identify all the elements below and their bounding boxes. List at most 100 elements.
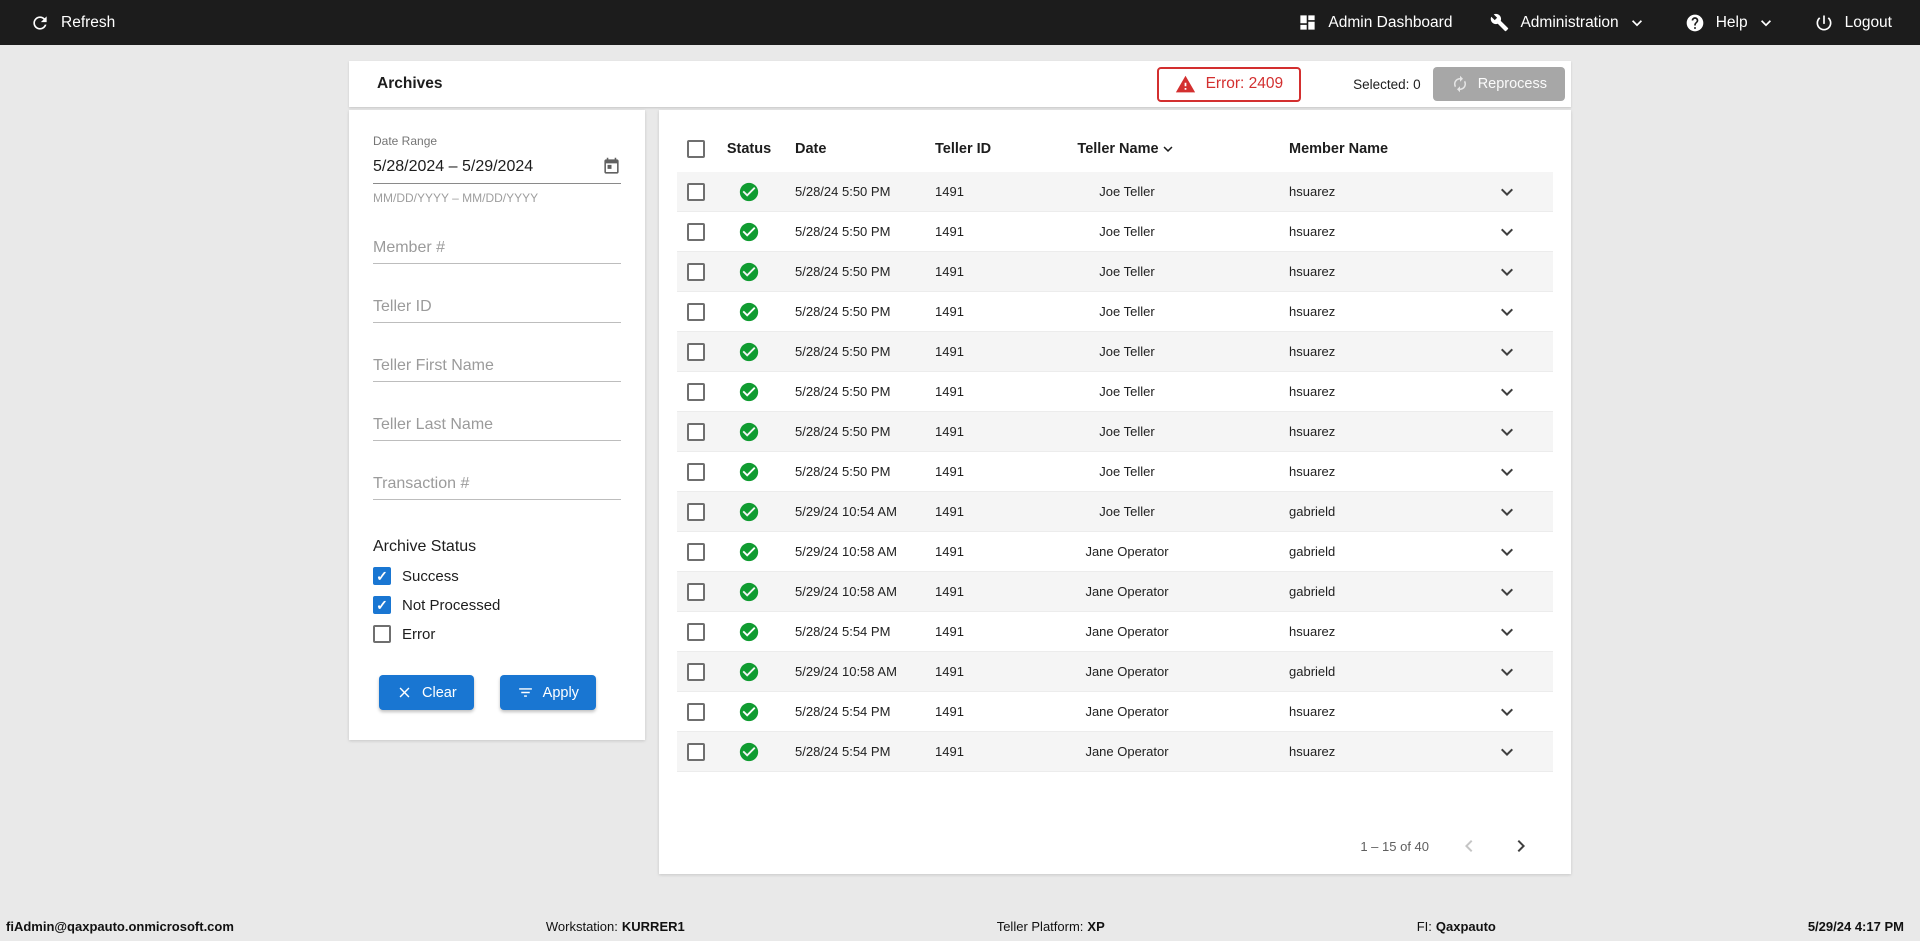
table-row[interactable]: 5/28/24 5:50 PM 1491 Joe Teller hsuarez [677, 412, 1553, 452]
calendar-icon[interactable] [602, 157, 621, 176]
error-checkbox[interactable] [373, 625, 391, 643]
table-row[interactable]: 5/28/24 5:50 PM 1491 Joe Teller hsuarez [677, 292, 1553, 332]
teller-platform-info: Teller Platform:XP [997, 919, 1105, 934]
expand-row-chevron-icon[interactable] [1495, 260, 1519, 284]
logout-button[interactable]: Logout [1814, 13, 1892, 33]
status-option-error[interactable]: Error [373, 625, 621, 643]
reprocess-button[interactable]: Reprocess [1433, 67, 1565, 101]
teller-id-input[interactable] [373, 292, 621, 323]
expand-row-chevron-icon[interactable] [1495, 660, 1519, 684]
expand-row-chevron-icon[interactable] [1495, 540, 1519, 564]
success-status-icon [738, 581, 760, 603]
expand-row-chevron-icon[interactable] [1495, 500, 1519, 524]
expand-row-chevron-icon[interactable] [1495, 460, 1519, 484]
table-row[interactable]: 5/28/24 5:50 PM 1491 Joe Teller hsuarez [677, 372, 1553, 412]
table-row[interactable]: 5/28/24 5:50 PM 1491 Joe Teller hsuarez [677, 332, 1553, 372]
member-number-input[interactable] [373, 233, 621, 264]
success-status-icon [738, 741, 760, 763]
table-row[interactable]: 5/29/24 10:58 AM 1491 Jane Operator gabr… [677, 532, 1553, 572]
not-processed-checkbox[interactable] [373, 596, 391, 614]
row-checkbox[interactable] [687, 743, 705, 761]
teller-last-name-input[interactable] [373, 410, 621, 441]
row-checkbox[interactable] [687, 543, 705, 561]
archives-table-panel: Status Date Teller ID Teller Name Member… [659, 110, 1571, 874]
expand-row-chevron-icon[interactable] [1495, 420, 1519, 444]
table-row[interactable]: 5/29/24 10:54 AM 1491 Joe Teller gabriel… [677, 492, 1553, 532]
sort-descending-icon [1159, 140, 1177, 158]
table-row[interactable]: 5/28/24 5:54 PM 1491 Jane Operator hsuar… [677, 612, 1553, 652]
refresh-icon [30, 13, 50, 33]
row-checkbox[interactable] [687, 623, 705, 641]
admin-dashboard-button[interactable]: Admin Dashboard [1298, 13, 1452, 32]
column-header-teller-name[interactable]: Teller Name [1029, 140, 1225, 158]
row-checkbox[interactable] [687, 343, 705, 361]
column-header-teller-id[interactable]: Teller ID [929, 141, 1029, 157]
row-checkbox[interactable] [687, 383, 705, 401]
row-checkbox[interactable] [687, 503, 705, 521]
success-status-icon [738, 541, 760, 563]
table-row[interactable]: 5/28/24 5:54 PM 1491 Jane Operator hsuar… [677, 692, 1553, 732]
row-checkbox[interactable] [687, 463, 705, 481]
expand-row-chevron-icon[interactable] [1495, 180, 1519, 204]
status-option-not-processed[interactable]: Not Processed [373, 596, 621, 614]
expand-row-chevron-icon[interactable] [1495, 740, 1519, 764]
apply-button[interactable]: Apply [500, 675, 596, 710]
transaction-number-input[interactable] [373, 469, 621, 500]
row-date: 5/28/24 5:50 PM [777, 424, 929, 439]
row-teller-name: Joe Teller [1029, 264, 1225, 279]
row-checkbox[interactable] [687, 223, 705, 241]
table-row[interactable]: 5/28/24 5:50 PM 1491 Joe Teller hsuarez [677, 452, 1553, 492]
row-checkbox[interactable] [687, 583, 705, 601]
success-checkbox[interactable] [373, 567, 391, 585]
table-row[interactable]: 5/28/24 5:50 PM 1491 Joe Teller hsuarez [677, 252, 1553, 292]
row-member-name: hsuarez [1225, 464, 1455, 479]
help-menu[interactable]: Help [1685, 13, 1776, 33]
reprocess-icon [1451, 75, 1469, 93]
error-badge[interactable]: Error: 2409 [1157, 67, 1302, 102]
row-checkbox[interactable] [687, 263, 705, 281]
administration-menu[interactable]: Administration [1490, 13, 1646, 33]
row-teller-id: 1491 [929, 344, 1029, 359]
row-date: 5/29/24 10:58 AM [777, 664, 929, 679]
previous-page-button[interactable] [1457, 834, 1481, 858]
expand-row-chevron-icon[interactable] [1495, 620, 1519, 644]
row-teller-name: Joe Teller [1029, 424, 1225, 439]
table-row[interactable]: 5/28/24 5:50 PM 1491 Joe Teller hsuarez [677, 212, 1553, 252]
next-page-button[interactable] [1509, 834, 1533, 858]
row-checkbox[interactable] [687, 423, 705, 441]
table-row[interactable]: 5/28/24 5:50 PM 1491 Joe Teller hsuarez [677, 172, 1553, 212]
row-teller-name: Joe Teller [1029, 184, 1225, 199]
success-status-icon [738, 341, 760, 363]
expand-row-chevron-icon[interactable] [1495, 580, 1519, 604]
row-date: 5/28/24 5:50 PM [777, 464, 929, 479]
teller-first-name-input[interactable] [373, 351, 621, 382]
row-checkbox[interactable] [687, 663, 705, 681]
expand-row-chevron-icon[interactable] [1495, 220, 1519, 244]
row-teller-id: 1491 [929, 464, 1029, 479]
row-checkbox[interactable] [687, 183, 705, 201]
row-member-name: hsuarez [1225, 224, 1455, 239]
column-header-status[interactable]: Status [721, 141, 777, 157]
row-checkbox[interactable] [687, 303, 705, 321]
column-header-member-name[interactable]: Member Name [1225, 141, 1455, 157]
status-option-success[interactable]: Success [373, 567, 621, 585]
table-row[interactable]: 5/29/24 10:58 AM 1491 Jane Operator gabr… [677, 572, 1553, 612]
column-header-date[interactable]: Date [777, 141, 929, 157]
expand-row-chevron-icon[interactable] [1495, 300, 1519, 324]
date-range-value[interactable]: 5/28/2024 – 5/29/2024 [373, 158, 533, 176]
table-row[interactable]: 5/28/24 5:54 PM 1491 Jane Operator hsuar… [677, 732, 1553, 772]
error-badge-label: Error: 2409 [1206, 75, 1284, 93]
date-range-field[interactable]: Date Range 5/28/2024 – 5/29/2024 MM/DD/Y… [373, 134, 621, 205]
page-title: Archives [377, 75, 442, 93]
expand-row-chevron-icon[interactable] [1495, 340, 1519, 364]
top-bar-menu: Admin Dashboard Administration Help L [1298, 13, 1892, 33]
select-all-checkbox[interactable] [687, 140, 705, 158]
expand-row-chevron-icon[interactable] [1495, 700, 1519, 724]
success-status-icon [738, 301, 760, 323]
row-checkbox[interactable] [687, 703, 705, 721]
refresh-button[interactable]: Refresh [30, 13, 115, 33]
clear-button[interactable]: Clear [379, 675, 474, 710]
expand-row-chevron-icon[interactable] [1495, 380, 1519, 404]
administration-label: Administration [1520, 14, 1618, 32]
table-row[interactable]: 5/29/24 10:58 AM 1491 Jane Operator gabr… [677, 652, 1553, 692]
